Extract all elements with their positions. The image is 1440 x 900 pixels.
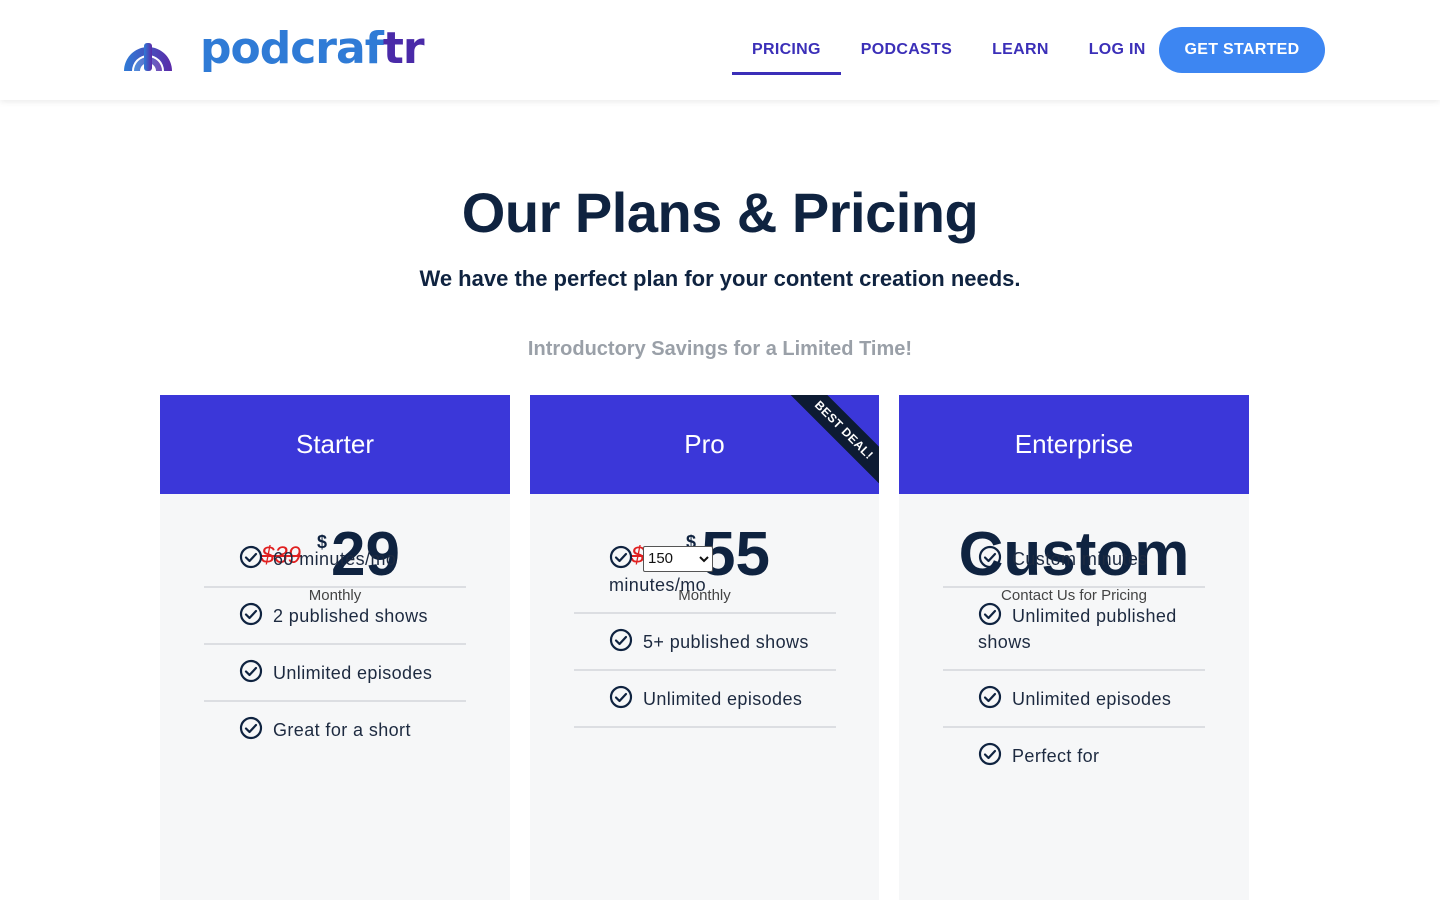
minutes-select[interactable]: 150 <box>643 545 713 572</box>
plan-name: Starter <box>160 395 510 494</box>
feature-item: Unlimited episodes <box>574 671 836 728</box>
check-circle-icon <box>239 545 263 569</box>
feature-item: 5+ published shows <box>574 614 836 671</box>
nav-pricing[interactable]: PRICING <box>732 0 841 100</box>
main-nav: PRICING PODCASTS LEARN LOG IN <box>732 0 1166 100</box>
check-circle-icon <box>978 602 1002 626</box>
page-title: Our Plans & Pricing <box>461 181 979 244</box>
plan-name: Enterprise <box>899 395 1249 494</box>
feature-item: Unlimited episodes <box>204 645 466 702</box>
feature-item: Unlimited published shows <box>943 588 1205 671</box>
site-header: podcraftr PRICING PODCASTS LEARN LOG IN … <box>0 0 1440 100</box>
feature-item: Unlimited episodes <box>943 671 1205 728</box>
check-circle-icon <box>609 685 633 709</box>
check-circle-icon <box>239 602 263 626</box>
feature-item: 2 published shows <box>204 588 466 645</box>
check-circle-icon <box>978 742 1002 766</box>
plan-card-starter: Starter $39 $ 29 Monthly 60 minutes/mo 2… <box>160 395 510 900</box>
feature-item: 60 minutes/mo <box>204 545 466 588</box>
feature-item: Custom minutes <box>943 545 1205 588</box>
nav-learn[interactable]: LEARN <box>972 0 1069 100</box>
check-circle-icon <box>978 545 1002 569</box>
check-circle-icon <box>609 628 633 652</box>
feature-item: Perfect for <box>943 728 1205 769</box>
brand-logo[interactable]: podcraftr <box>118 23 425 74</box>
check-circle-icon <box>239 716 263 740</box>
brand-wordmark: podcraftr <box>200 23 425 74</box>
feature-item: 150 minutes/mo <box>574 545 836 614</box>
page-subtitle: We have the perfect plan for your conten… <box>419 266 1021 291</box>
get-started-button[interactable]: GET STARTED <box>1159 27 1325 73</box>
check-circle-icon <box>239 659 263 683</box>
podcraftr-logo-icon <box>124 43 172 71</box>
plan-card-pro: Pro BEST DEAL! $75 $ 55 Monthly 150minut… <box>530 395 879 900</box>
nav-podcasts[interactable]: PODCASTS <box>841 0 972 100</box>
savings-banner: Introductory Savings for a Limited Time! <box>527 338 913 360</box>
feature-list: 150 minutes/mo 5+ published shows Unlimit… <box>574 545 836 728</box>
nav-login[interactable]: LOG IN <box>1069 0 1166 100</box>
check-circle-icon <box>978 685 1002 709</box>
check-circle-icon <box>609 545 633 569</box>
plan-card-enterprise: Enterprise Custom Contact Us for Pricing… <box>899 395 1249 900</box>
feature-item: Great for a short <box>204 702 466 743</box>
feature-list: 60 minutes/mo 2 published shows Unlimite… <box>204 545 466 743</box>
feature-list: Custom minutes Unlimited published shows… <box>943 545 1205 769</box>
